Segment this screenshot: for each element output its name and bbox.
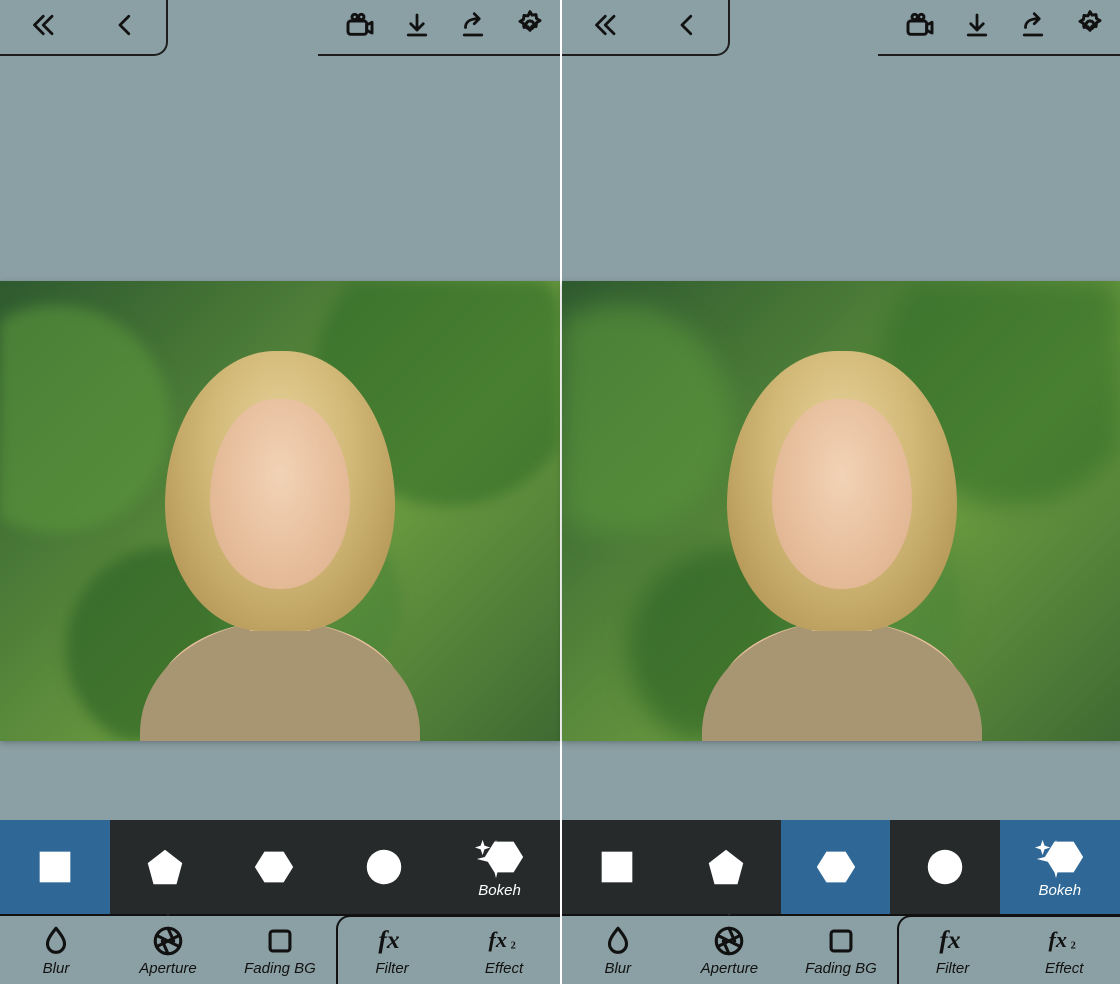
bokeh-label: Bokeh — [1039, 882, 1082, 899]
back-all-button[interactable] — [589, 10, 619, 45]
share-icon[interactable] — [458, 10, 488, 45]
top-right-actions — [318, 0, 560, 56]
tool-aperture-label: Aperture — [139, 960, 197, 977]
shape-square[interactable] — [562, 820, 671, 914]
tool-fadingbg[interactable]: Fading BG — [224, 916, 336, 984]
download-icon[interactable] — [962, 10, 992, 45]
tool-blur-label: Blur — [43, 960, 70, 977]
shape-hexagon[interactable] — [220, 820, 330, 914]
photo-preview — [562, 281, 1120, 741]
tool-effect-label: Effect — [485, 960, 523, 977]
tool-filter-label: Filter — [936, 960, 969, 977]
tool-effect-label: Effect — [1045, 960, 1083, 977]
tool-fadingbg-label: Fading BG — [805, 960, 877, 977]
shape-pentagon[interactable] — [110, 820, 220, 914]
svg-text:fx: fx — [1049, 926, 1067, 951]
shape-pentagon[interactable] — [671, 820, 780, 914]
svg-text:fx: fx — [939, 924, 960, 953]
top-bar — [0, 0, 560, 56]
phone-screen-left: Bokeh Blur Aperture Fading BG fx Filter … — [0, 0, 560, 984]
video-icon[interactable] — [904, 9, 936, 46]
share-icon[interactable] — [1018, 10, 1048, 45]
download-icon[interactable] — [402, 10, 432, 45]
tool-effect[interactable]: fx 2 Effect — [448, 916, 560, 984]
tool-aperture[interactable]: Aperture — [674, 916, 786, 984]
tool-aperture[interactable]: Aperture — [112, 916, 224, 984]
bokeh-label: Bokeh — [478, 882, 521, 899]
back-button[interactable] — [110, 10, 140, 45]
tool-blur-label: Blur — [604, 960, 631, 977]
svg-text:2: 2 — [1071, 940, 1076, 951]
shape-circle[interactable] — [329, 820, 439, 914]
tool-aperture-label: Aperture — [701, 960, 759, 977]
shape-bokeh[interactable]: Bokeh — [439, 820, 560, 914]
shape-circle[interactable] — [890, 820, 999, 914]
bokeh-icon — [1033, 836, 1087, 880]
aperture-shape-strip: Bokeh — [0, 820, 560, 914]
tool-filter[interactable]: fx Filter — [897, 916, 1009, 984]
tool-effect[interactable]: fx 2 Effect — [1008, 916, 1120, 984]
aperture-shape-strip: Bokeh — [562, 820, 1120, 914]
settings-icon[interactable] — [514, 9, 546, 46]
tool-fadingbg[interactable]: Fading BG — [785, 916, 897, 984]
photo-preview — [0, 281, 560, 741]
bottom-toolbar: Blur Aperture Fading BG fx Filter fx 2 Ef… — [0, 914, 560, 984]
shape-hexagon[interactable] — [781, 820, 890, 914]
back-all-button[interactable] — [27, 10, 57, 45]
top-right-actions — [878, 0, 1120, 56]
tool-fadingbg-label: Fading BG — [244, 960, 316, 977]
shape-bokeh[interactable]: Bokeh — [1000, 820, 1120, 914]
tool-blur[interactable]: Blur — [0, 916, 112, 984]
canvas-area[interactable] — [0, 56, 560, 820]
bokeh-icon — [473, 836, 527, 880]
top-bar — [562, 0, 1120, 56]
shape-square[interactable] — [0, 820, 110, 914]
tool-blur[interactable]: Blur — [562, 916, 674, 984]
top-left-nav — [562, 0, 730, 56]
video-icon[interactable] — [344, 9, 376, 46]
bottom-toolbar: Blur Aperture Fading BG fx Filter fx 2 Ef… — [562, 914, 1120, 984]
settings-icon[interactable] — [1074, 9, 1106, 46]
canvas-area[interactable] — [562, 56, 1120, 820]
tool-filter-label: Filter — [375, 960, 408, 977]
svg-text:fx: fx — [488, 926, 506, 951]
tool-filter[interactable]: fx Filter — [336, 916, 448, 984]
back-button[interactable] — [672, 10, 702, 45]
svg-text:fx: fx — [378, 924, 399, 953]
phone-screen-right: Bokeh Blur Aperture Fading BG fx Filter … — [560, 0, 1120, 984]
svg-text:2: 2 — [511, 940, 516, 951]
top-left-nav — [0, 0, 168, 56]
